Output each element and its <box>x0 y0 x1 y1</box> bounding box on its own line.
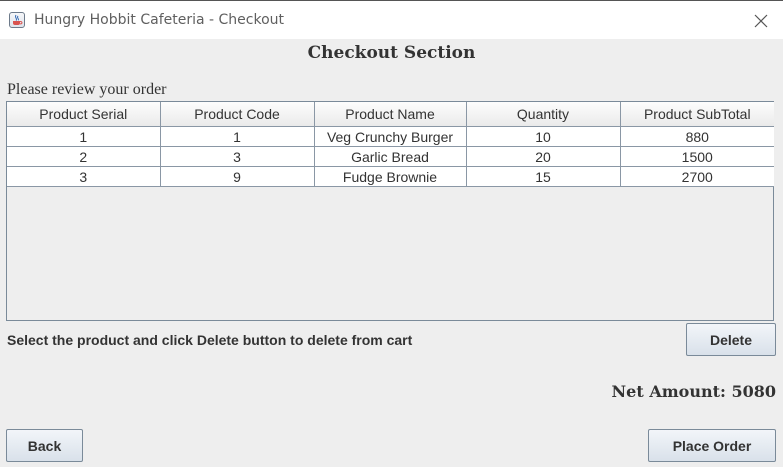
page-title: Checkout Section <box>307 43 476 63</box>
cell-product-name[interactable]: Fudge Brownie <box>314 166 467 187</box>
back-button[interactable]: Back <box>6 429 83 462</box>
place-order-button[interactable]: Place Order <box>648 429 776 462</box>
cell-product-subtotal[interactable]: 880 <box>620 126 774 147</box>
order-table-container[interactable]: Product Serial Product Code Product Name… <box>6 101 774 321</box>
column-header-product-serial[interactable]: Product Serial <box>7 102 161 127</box>
column-header-product-code[interactable]: Product Code <box>160 102 315 127</box>
java-app-icon <box>9 12 25 28</box>
close-button[interactable] <box>745 7 777 35</box>
cell-product-code[interactable]: 1 <box>160 126 315 147</box>
column-header-product-name[interactable]: Product Name <box>314 102 467 127</box>
cell-quantity[interactable]: 15 <box>466 166 621 187</box>
column-header-product-subtotal[interactable]: Product SubTotal <box>620 102 774 127</box>
window-title: Hungry Hobbit Cafeteria - Checkout <box>34 12 285 28</box>
cell-product-serial[interactable]: 1 <box>7 126 161 147</box>
cell-product-serial[interactable]: 2 <box>7 146 161 167</box>
cell-product-serial[interactable]: 3 <box>7 166 161 187</box>
column-header-quantity[interactable]: Quantity <box>466 102 621 127</box>
cell-quantity[interactable]: 20 <box>466 146 621 167</box>
net-amount-label: Net Amount: 5080 <box>611 382 776 401</box>
cell-product-name[interactable]: Veg Crunchy Burger <box>314 126 467 147</box>
cell-product-subtotal[interactable]: 2700 <box>620 166 774 187</box>
delete-button[interactable]: Delete <box>686 323 776 356</box>
checkout-window: Hungry Hobbit Cafeteria - Checkout Check… <box>0 0 783 467</box>
cell-product-name[interactable]: Garlic Bread <box>314 146 467 167</box>
table-row[interactable]: 2 3 Garlic Bread 20 1500 <box>7 146 774 167</box>
close-icon <box>754 14 768 28</box>
review-order-label: Please review your order <box>7 81 167 98</box>
cell-product-code[interactable]: 3 <box>160 146 315 167</box>
order-table[interactable]: Product Serial Product Code Product Name… <box>7 102 774 187</box>
delete-instruction-text: Select the product and click Delete butt… <box>7 332 413 348</box>
cell-product-subtotal[interactable]: 1500 <box>620 146 774 167</box>
table-row[interactable]: 1 1 Veg Crunchy Burger 10 880 <box>7 126 774 147</box>
table-header-row: Product Serial Product Code Product Name… <box>7 102 774 127</box>
title-bar: Hungry Hobbit Cafeteria - Checkout <box>0 1 783 39</box>
cell-quantity[interactable]: 10 <box>466 126 621 147</box>
cell-product-code[interactable]: 9 <box>160 166 315 187</box>
table-row[interactable]: 3 9 Fudge Brownie 15 2700 <box>7 166 774 187</box>
